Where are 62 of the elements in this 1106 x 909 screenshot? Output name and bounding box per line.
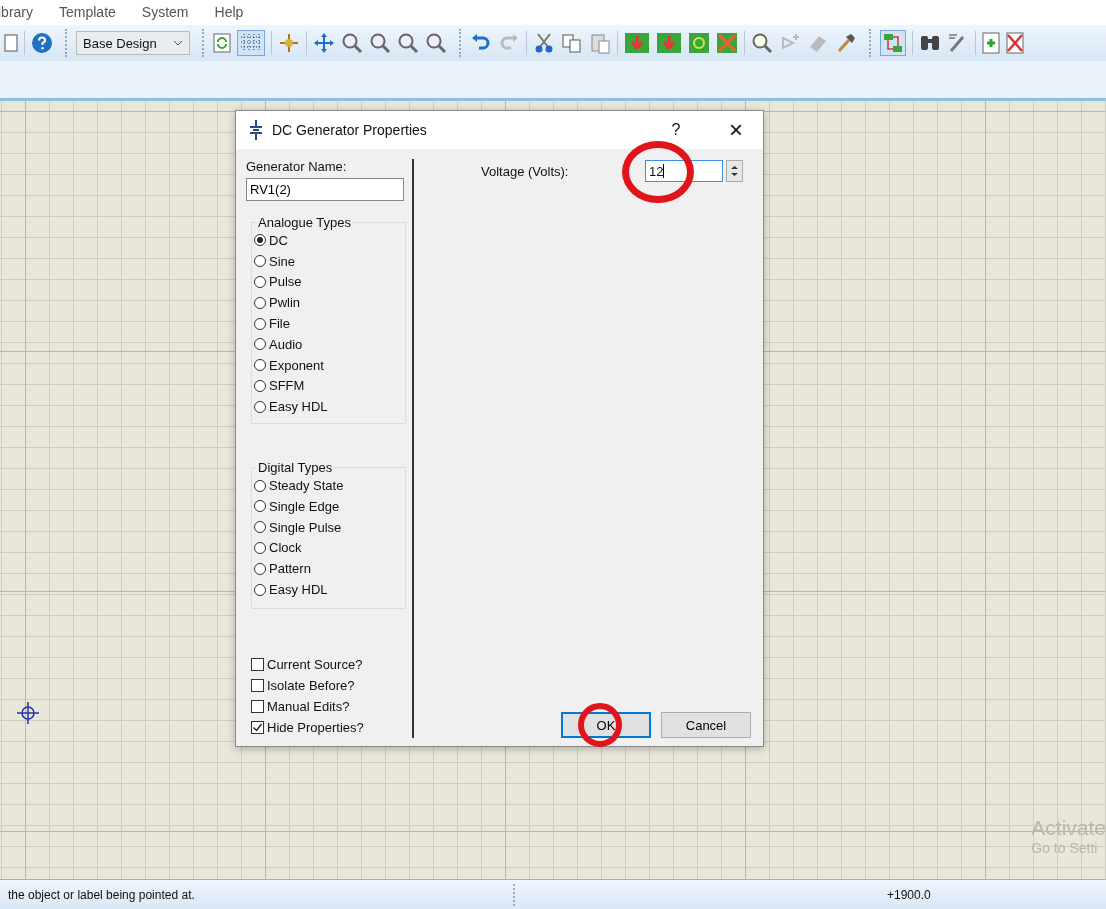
radio-option[interactable]: Sine — [254, 250, 401, 272]
spin-button[interactable] — [726, 160, 743, 182]
origin-marker-icon — [17, 702, 39, 724]
zoom-icon[interactable] — [369, 32, 391, 54]
dialog-title: DC Generator Properties — [272, 122, 428, 138]
checkbox-option[interactable]: Isolate Before? — [251, 675, 406, 696]
radio-option[interactable]: Pattern — [254, 558, 401, 580]
checkbox-option[interactable]: Current Source? — [251, 654, 406, 675]
zoom-icon[interactable] — [751, 32, 773, 54]
netlist-icon[interactable] — [880, 30, 906, 56]
zoom-icon[interactable] — [425, 32, 447, 54]
radio-option[interactable]: Steady State — [254, 475, 401, 496]
radio-option[interactable]: Single Edge — [254, 495, 401, 517]
copy-icon[interactable] — [561, 32, 583, 54]
radio-option[interactable]: Clock — [254, 537, 401, 559]
document-icon[interactable] — [4, 33, 18, 53]
generator-symbol-icon — [248, 120, 264, 140]
zoom-icon[interactable] — [341, 32, 363, 54]
crosshair-icon[interactable] — [278, 32, 300, 54]
field-label: Voltage (Volts): — [481, 163, 570, 179]
help-button[interactable]: ? — [665, 121, 687, 139]
help-icon[interactable] — [31, 32, 53, 54]
group-title: Analogue Types — [257, 215, 352, 230]
menu-item[interactable]: Template — [59, 4, 116, 20]
caret-icon — [173, 40, 183, 46]
close-button[interactable]: × — [725, 118, 747, 142]
cancel-button[interactable]: Cancel — [661, 712, 751, 738]
zoom-icon[interactable] — [397, 32, 419, 54]
menu-item[interactable]: System — [141, 4, 189, 20]
design-dropdown[interactable]: Base Design — [76, 31, 190, 55]
radio-option[interactable]: Easy HDL — [254, 579, 401, 600]
group-title: Digital Types — [257, 460, 334, 476]
new-page-icon[interactable] — [982, 32, 1000, 54]
field-label: Generator Name: — [246, 159, 348, 174]
radio-option[interactable]: File — [254, 313, 401, 334]
radio-option[interactable]: Single Pulse — [254, 516, 401, 538]
checkbox-option[interactable]: Manual Edits? — [251, 696, 406, 717]
radio-option[interactable]: SFFM — [254, 375, 401, 397]
radio-option[interactable]: Easy HDL — [254, 396, 401, 418]
menu-item[interactable]: Help — [214, 4, 244, 20]
refresh-icon[interactable] — [213, 33, 231, 53]
radio-option[interactable]: Exponent — [254, 354, 401, 376]
delete-block-icon[interactable] — [716, 32, 738, 54]
move-icon[interactable] — [313, 32, 335, 54]
scissors-icon[interactable] — [533, 32, 555, 54]
highlight-circle — [622, 141, 694, 203]
radio-option[interactable]: Audio — [254, 334, 401, 355]
input-field[interactable]: 12 — [645, 160, 723, 182]
radio-option[interactable]: Pulse — [254, 271, 401, 293]
up-down-arrows-icon — [730, 164, 739, 178]
grid-icon[interactable] — [237, 30, 265, 56]
radio-option[interactable]: DC — [254, 230, 401, 251]
input-field[interactable]: RV1(2) — [246, 178, 404, 201]
highlight-circle — [578, 703, 622, 747]
paste-icon[interactable] — [589, 32, 611, 54]
radio-option[interactable]: Pwlin — [254, 292, 401, 314]
coordinates-text: +1900.0 — [887, 887, 931, 902]
hammer-icon[interactable] — [835, 32, 857, 54]
rotate-block-icon[interactable] — [688, 32, 710, 54]
checkbox-option[interactable]: Hide Properties? — [251, 717, 406, 738]
status-text: the object or label being pointed at. — [7, 887, 196, 902]
delete-page-icon[interactable] — [1006, 32, 1024, 54]
